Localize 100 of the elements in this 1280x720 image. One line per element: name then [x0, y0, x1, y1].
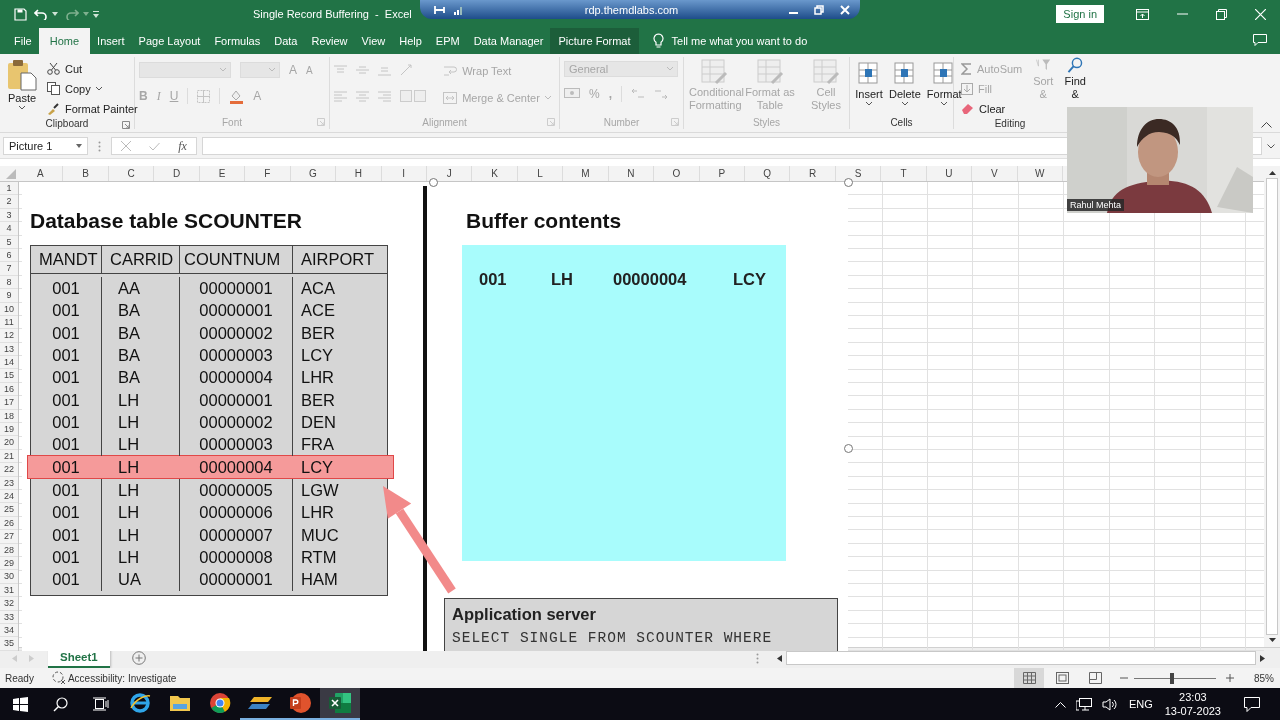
caret-icon[interactable]	[52, 12, 58, 16]
row-header[interactable]: 2	[0, 195, 18, 209]
row-header[interactable]: 15	[0, 369, 18, 383]
speaker-icon[interactable]	[1101, 697, 1118, 711]
column-header[interactable]: C	[108, 166, 155, 181]
row-header[interactable]: 18	[0, 409, 18, 424]
find-select-button[interactable]: Find &	[1061, 57, 1090, 101]
zoom-in-icon[interactable]	[1226, 674, 1234, 682]
ribbon-tab[interactable]: View	[354, 28, 393, 54]
row-header[interactable]: 3	[0, 208, 18, 223]
view-button[interactable]	[1014, 668, 1044, 688]
splitter-icon[interactable]	[756, 652, 759, 664]
accessibility-status[interactable]: Accessibility: Investigate	[67, 672, 177, 684]
row-header[interactable]: 29	[0, 556, 18, 571]
search-icon[interactable]	[53, 696, 68, 712]
row-header[interactable]: 28	[0, 543, 18, 557]
checkmark-icon[interactable]	[149, 141, 161, 151]
row-header[interactable]: 4	[0, 222, 18, 236]
add-sheet-icon[interactable]	[131, 651, 146, 665]
pin-icon[interactable]	[434, 4, 448, 15]
column-header[interactable]: L	[517, 166, 564, 181]
row-header[interactable]: 35	[0, 637, 18, 651]
column-header[interactable]: V	[972, 166, 1018, 181]
column-header[interactable]: W	[1017, 166, 1064, 181]
clock-time[interactable]: 23:03	[1179, 690, 1207, 704]
column-header[interactable]: I	[381, 166, 427, 181]
row-header[interactable]: 26	[0, 516, 18, 531]
row-header[interactable]: 32	[0, 597, 18, 611]
column-header[interactable]: A	[18, 166, 64, 181]
comment-icon[interactable]	[1253, 34, 1267, 46]
row-header[interactable]: 30	[0, 570, 18, 584]
scroll-up-icon[interactable]	[1268, 170, 1276, 175]
row-header[interactable]: 23	[0, 476, 18, 490]
row-header[interactable]: 6	[0, 248, 18, 263]
taskbar-app[interactable]	[320, 688, 360, 720]
row-header[interactable]: 20	[0, 436, 18, 450]
row-header[interactable]: 16	[0, 382, 18, 397]
customize-toolbar-icon[interactable]	[93, 10, 99, 18]
slide-image[interactable]	[22, 182, 848, 651]
ribbon-tab[interactable]: Page Layout	[131, 28, 208, 54]
row-header[interactable]: 25	[0, 503, 18, 517]
scroll-left-icon[interactable]	[777, 654, 782, 662]
cut-button[interactable]: Cut	[44, 59, 141, 78]
column-header[interactable]: R	[790, 166, 836, 181]
input-language[interactable]: ENG	[1128, 698, 1153, 710]
column-header[interactable]: N	[608, 166, 655, 181]
column-header[interactable]: G	[290, 166, 337, 181]
vertical-scrollbar[interactable]	[1264, 166, 1280, 647]
column-header[interactable]: F	[245, 166, 291, 181]
notification-icon[interactable]	[1244, 696, 1260, 712]
row-header[interactable]: 34	[0, 623, 18, 638]
row-header[interactable]: 27	[0, 530, 18, 544]
cells-button[interactable]: Delete	[888, 57, 922, 108]
clock-date[interactable]: 13-07-2023	[1164, 704, 1221, 718]
column-header[interactable]: D	[154, 166, 200, 181]
ribbon-tab[interactable]: Insert	[90, 28, 132, 54]
restore-icon[interactable]	[814, 4, 824, 15]
network-icon[interactable]	[1075, 697, 1092, 711]
ribbon-tab[interactable]: EPM	[428, 28, 467, 54]
sign-in-button[interactable]: Sign in	[1056, 5, 1104, 23]
ribbon-tab[interactable]: Picture Format	[550, 28, 639, 54]
collapse-ribbon-icon[interactable]	[1261, 121, 1272, 128]
chevron-up-icon[interactable]	[1054, 700, 1066, 708]
paste-button[interactable]: Paste	[4, 57, 40, 112]
resize-handle[interactable]	[844, 178, 853, 187]
column-header[interactable]: B	[63, 166, 109, 181]
ribbon-tab[interactable]: Data	[267, 28, 305, 54]
cancel-icon[interactable]	[121, 141, 132, 151]
close-icon[interactable]	[1255, 8, 1266, 20]
row-header[interactable]: 12	[0, 329, 18, 343]
dialog-launcher-icon[interactable]	[122, 121, 130, 129]
column-header[interactable]: O	[654, 166, 700, 181]
windows-start-icon[interactable]	[13, 696, 28, 712]
column-header[interactable]: U	[926, 166, 973, 181]
row-header[interactable]: 19	[0, 423, 18, 437]
row-header[interactable]: 13	[0, 342, 18, 357]
resize-handle[interactable]	[429, 178, 438, 187]
row-header[interactable]: 10	[0, 302, 18, 316]
zoom-level[interactable]: 85%	[1246, 672, 1274, 684]
ribbon-display-icon[interactable]	[1136, 8, 1149, 20]
tell-me-search[interactable]: Tell me what you want to do	[669, 28, 808, 54]
column-header[interactable]: M	[563, 166, 609, 181]
row-header[interactable]: 1	[0, 182, 18, 196]
scroll-right-icon[interactable]	[1260, 654, 1265, 662]
redo-icon[interactable]	[65, 8, 79, 20]
row-header[interactable]: 22	[0, 463, 18, 477]
ribbon-tab[interactable]: File	[7, 28, 39, 54]
ribbon-tab[interactable]: Home	[38, 28, 91, 54]
restore-icon[interactable]	[1216, 8, 1227, 20]
row-header[interactable]: 24	[0, 490, 18, 504]
task-view-icon[interactable]	[93, 697, 109, 711]
column-header[interactable]: T	[881, 166, 927, 181]
save-icon[interactable]	[14, 7, 27, 21]
ribbon-tab[interactable]: Review	[304, 28, 355, 54]
accessibility-icon[interactable]	[51, 671, 66, 685]
row-header[interactable]: 9	[0, 289, 18, 303]
row-header[interactable]: 5	[0, 235, 18, 249]
insert-function-button[interactable]: fx	[178, 138, 187, 154]
row-header[interactable]: 21	[0, 449, 18, 464]
column-header[interactable]: H	[336, 166, 382, 181]
